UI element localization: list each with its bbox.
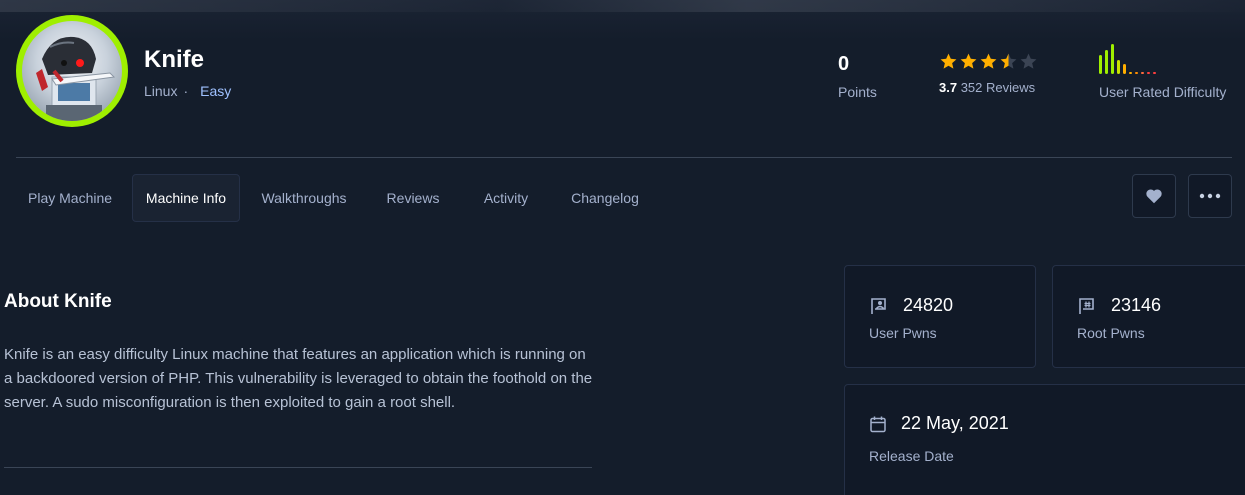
user-flag-icon bbox=[871, 297, 886, 314]
difficulty-bar bbox=[1135, 72, 1138, 74]
machine-os: Linux bbox=[144, 83, 178, 99]
machine-avatar bbox=[16, 15, 128, 127]
root-flag-icon bbox=[1079, 297, 1094, 314]
machine-header: Knife Linux · Easy 0 Points 3.7 352 Revi… bbox=[0, 0, 1245, 238]
reviews-count: 352 Reviews bbox=[960, 80, 1036, 95]
tab-walkthroughs[interactable]: Walkthroughs bbox=[240, 174, 368, 222]
rating-stat[interactable]: 3.7 352 Reviews bbox=[939, 52, 1038, 95]
machine-logo-image bbox=[22, 21, 122, 121]
more-horizontal-icon bbox=[1199, 193, 1221, 199]
difficulty-bar bbox=[1141, 72, 1144, 74]
user-pwns-value: 24820 bbox=[903, 295, 954, 315]
tab-activity[interactable]: Activity bbox=[458, 174, 554, 222]
root-pwns-value: 23146 bbox=[1111, 295, 1162, 315]
release-date-card: 22 May, 2021 Release Date bbox=[844, 384, 1245, 495]
difficulty-bar bbox=[1105, 50, 1108, 74]
rating-stars bbox=[939, 52, 1038, 71]
difficulty-bar bbox=[1153, 72, 1156, 74]
difficulty-bar bbox=[1123, 64, 1126, 74]
difficulty-bar bbox=[1111, 44, 1114, 74]
points-value: 0 bbox=[838, 53, 850, 75]
user-pwns-card: 24820 User Pwns bbox=[844, 265, 1036, 368]
release-date-value: 22 May, 2021 bbox=[901, 413, 1009, 433]
machine-name: Knife bbox=[144, 46, 204, 73]
star-icon bbox=[960, 53, 977, 69]
rating-value: 3.7 bbox=[939, 80, 958, 95]
difficulty-chart bbox=[1099, 42, 1226, 74]
machine-meta: Linux · Easy bbox=[144, 83, 231, 99]
tab-reviews[interactable]: Reviews bbox=[368, 174, 458, 222]
heart-icon bbox=[1146, 189, 1162, 204]
release-date-label: Release Date bbox=[869, 448, 954, 464]
user-difficulty-stat: User Rated Difficulty bbox=[1099, 42, 1226, 100]
calendar-icon bbox=[870, 416, 886, 432]
about-divider bbox=[4, 467, 592, 468]
difficulty-bar bbox=[1147, 72, 1150, 74]
tab-changelog[interactable]: Changelog bbox=[554, 174, 656, 222]
root-pwns-card: 23146 Root Pwns bbox=[1052, 265, 1245, 368]
about-description: Knife is an easy difficulty Linux machin… bbox=[4, 346, 593, 411]
about-title: About Knife bbox=[4, 291, 112, 312]
difficulty-label: User Rated Difficulty bbox=[1099, 84, 1227, 100]
machine-difficulty[interactable]: Easy bbox=[200, 83, 231, 99]
star-icon bbox=[980, 53, 997, 69]
header-divider bbox=[16, 157, 1232, 158]
tab-play-machine[interactable]: Play Machine bbox=[16, 174, 132, 222]
difficulty-bar bbox=[1099, 55, 1102, 74]
root-pwns-label: Root Pwns bbox=[1077, 325, 1145, 341]
user-pwns-label: User Pwns bbox=[869, 325, 937, 341]
points-label: Points bbox=[838, 84, 877, 100]
star-icon bbox=[1020, 53, 1037, 69]
machine-tabs: Play Machine Machine Info Walkthroughs Revi… bbox=[16, 174, 656, 222]
points-stat: 0 Points bbox=[838, 53, 877, 100]
more-options-button[interactable] bbox=[1188, 174, 1232, 218]
tab-machine-info[interactable]: Machine Info bbox=[132, 174, 240, 222]
machine-page: Knife Linux · Easy 0 Points 3.7 352 Revi… bbox=[0, 0, 1245, 495]
rating-line: 3.7 352 Reviews bbox=[939, 80, 1038, 95]
difficulty-bar bbox=[1117, 60, 1120, 74]
favorite-button[interactable] bbox=[1132, 174, 1176, 218]
header-glow bbox=[0, 0, 1245, 12]
difficulty-bar bbox=[1129, 72, 1132, 74]
meta-separator: · bbox=[183, 83, 189, 99]
star-icon bbox=[940, 53, 957, 69]
star-icon bbox=[1000, 53, 1017, 69]
